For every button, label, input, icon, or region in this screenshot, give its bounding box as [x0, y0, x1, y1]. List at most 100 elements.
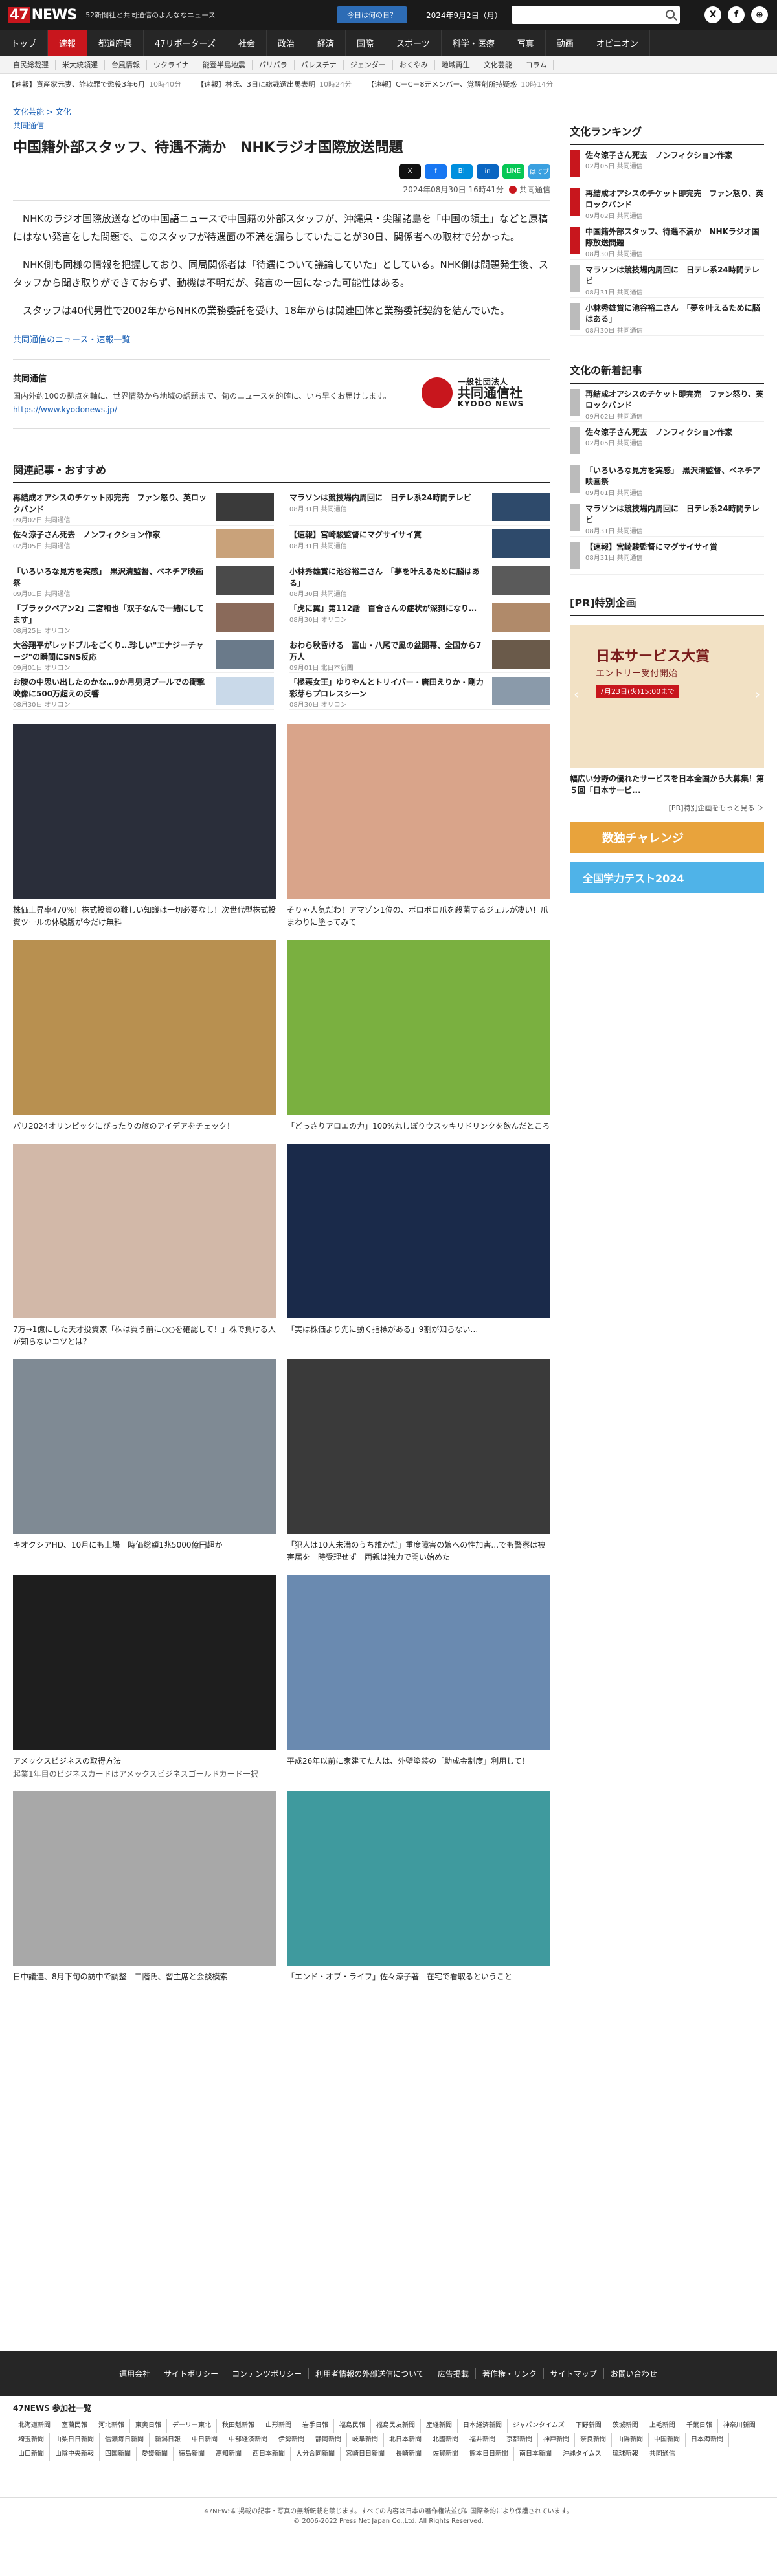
related-item[interactable]: 「虎に翼」第112話 百合さんの症状が深刻になり… 08月30日 オリコン — [289, 599, 550, 637]
kyodo-url[interactable]: https://www.kyodonews.jp/ — [13, 405, 395, 414]
related-item[interactable]: 「いろいろな見方を実感」 黒沢清監督、ベネチア映画祭 09月01日 共同通信 — [13, 562, 274, 600]
member-link[interactable]: 上毛新聞 — [644, 2419, 681, 2433]
subnav-item[interactable]: 文化芸能 — [477, 59, 519, 70]
share-bookmark-button[interactable]: はてブ — [528, 164, 550, 179]
subnav-item[interactable]: ジェンダー — [344, 59, 393, 70]
today-button[interactable]: 今日は何の日？ — [337, 6, 407, 23]
related-item[interactable]: マラソンは競技場内周回に 日テレ系24時間テレビ 08月31日 共同通信 — [289, 489, 550, 526]
sidebar-item[interactable]: 「いろいろな見方を実感」 黒沢清監督、ベネチア映画祭 09月01日 共同通信 — [570, 460, 764, 498]
member-link[interactable]: 山形新聞 — [260, 2419, 297, 2433]
subnav-item[interactable]: パリパラ — [253, 59, 295, 70]
nav-item[interactable]: 速報 — [48, 30, 88, 56]
nav-item[interactable]: スポーツ — [385, 30, 442, 56]
sudoku-banner[interactable]: 数独チャレンジ — [570, 822, 764, 853]
nav-item[interactable]: 国際 — [346, 30, 386, 56]
carousel-prev-icon[interactable]: ‹ — [574, 687, 580, 703]
member-link[interactable]: 茨城新聞 — [607, 2419, 644, 2433]
promo-card[interactable]: 「エンド・オブ・ライフ」佐々涼子著 在宅で看取るということ — [287, 1791, 550, 1983]
subnav-item[interactable]: パレスチナ — [295, 59, 344, 70]
member-link[interactable]: 福島民報 — [334, 2419, 371, 2433]
member-link[interactable]: 神奈川新聞 — [718, 2419, 761, 2433]
pr-more-link[interactable]: [PR]特別企画をもっと見る ＞ — [570, 803, 764, 813]
promo-card[interactable]: キオクシアHD、10月にも上場 時価総額1兆5000億円超か — [13, 1359, 276, 1563]
related-item[interactable]: 再結成オアシスのチケット即完売 ファン怒り、英ロックバンド 09月02日 共同通信 — [13, 489, 274, 526]
subnav-item[interactable]: 自民総裁選 — [6, 59, 56, 70]
footer-link[interactable]: コンテンツポリシー — [225, 2368, 310, 2379]
member-link[interactable]: 室蘭民報 — [56, 2419, 93, 2433]
test-banner[interactable]: 全国学力テスト2024 — [570, 862, 764, 893]
footer-link[interactable]: 著作権・リンク — [476, 2368, 544, 2379]
member-link[interactable]: 中部経済新聞 — [223, 2433, 273, 2447]
promo-card[interactable]: パリ2024オリンピックにぴったりの旅のアイデアをチェック！ — [13, 940, 276, 1133]
promo-card[interactable]: そりゃ人気だわ！アマゾン1位の、ボロボロ爪を殺菌するジェルが凄い！爪まわりに塗っ… — [287, 724, 550, 928]
member-link[interactable]: 北海道新聞 — [13, 2419, 56, 2433]
promo-card[interactable]: 「どっさりアロエの力」100%丸しぼりウスッキリドリンクを飲んだところ — [287, 940, 550, 1133]
member-link[interactable]: 佐賀新聞 — [427, 2447, 464, 2461]
member-link[interactable]: 北國新聞 — [427, 2433, 464, 2447]
share-hatena-button[interactable]: B! — [451, 164, 473, 179]
member-link[interactable]: 伊勢新聞 — [273, 2433, 310, 2447]
related-item[interactable]: お腹の中思い出したのかな…9か月男児プールでの衝撃映像に500万超えの反響 08月… — [13, 673, 274, 711]
promo-card[interactable]: 「実は株価より先に動く指標がある」9割が知らない… — [287, 1144, 550, 1348]
kyodo-logo[interactable]: 一般社団法人 共同通信社 KYODO NEWS — [395, 372, 550, 414]
subnav-item[interactable]: 米大統領選 — [56, 59, 105, 70]
member-link[interactable]: 静岡新聞 — [310, 2433, 347, 2447]
member-link[interactable]: 下野新聞 — [570, 2419, 607, 2433]
subnav-item[interactable]: おくやみ — [393, 59, 435, 70]
member-link[interactable]: 神戸新聞 — [538, 2433, 575, 2447]
subnav-item[interactable]: 能登半島地震 — [196, 59, 253, 70]
promo-card[interactable]: 7万→1億にした天才投資家「株は買う前に○○を確認して！」株で負ける人が知らない… — [13, 1144, 276, 1348]
member-link[interactable]: 産経新聞 — [421, 2419, 458, 2433]
member-link[interactable]: 大分合同新聞 — [291, 2447, 341, 2461]
member-link[interactable]: 千葉日報 — [681, 2419, 718, 2433]
footer-link[interactable]: 利用者情報の外部送信について — [309, 2368, 431, 2379]
promo-card[interactable]: 平成26年以前に家建てた人は、外壁塗装の「助成金制度」利用して！ — [287, 1575, 550, 1780]
sidebar-item[interactable]: 中国籍外部スタッフ、待遇不満か NHKラジオ国際放送問題 08月30日 共同通信 — [570, 221, 764, 260]
member-link[interactable]: 琉球新報 — [607, 2447, 644, 2461]
member-link[interactable]: 秋田魁新報 — [217, 2419, 260, 2433]
related-item[interactable]: 「ブラックペアン2」二宮和也「双子なんで一緒にしてます」 08月25日 オリコン — [13, 599, 274, 637]
member-link[interactable]: 河北新報 — [93, 2419, 130, 2433]
member-link[interactable]: 長崎新聞 — [390, 2447, 427, 2461]
member-link[interactable]: 信濃毎日新聞 — [100, 2433, 150, 2447]
member-link[interactable]: 埼玉新聞 — [13, 2433, 50, 2447]
ad-caption[interactable]: 幅広い分野の優れたサービスを日本全国から大募集！第５回「日本サービ... — [570, 773, 764, 796]
subnav-item[interactable]: ウクライナ — [147, 59, 196, 70]
member-link[interactable]: 福島民友新聞 — [371, 2419, 421, 2433]
carousel-next-icon[interactable]: › — [754, 687, 760, 703]
breadcrumb[interactable]: 文化芸能 > 文化 — [13, 106, 550, 117]
facebook-icon[interactable]: f — [728, 6, 745, 23]
sidebar-item[interactable]: マラソンは競技場内周回に 日テレ系24時間テレビ 08月31日 共同通信 — [570, 498, 764, 537]
sidebar-item[interactable]: マラソンは競技場内周回に 日テレ系24時間テレビ 08月31日 共同通信 — [570, 260, 764, 298]
member-link[interactable]: 南日本新聞 — [514, 2447, 557, 2461]
share-line-button[interactable]: LINE — [502, 164, 524, 179]
nav-item[interactable]: 政治 — [267, 30, 306, 56]
sidebar-item[interactable]: 再結成オアシスのチケット即完売 ファン怒り、英ロックバンド 09月02日 共同通信 — [570, 384, 764, 422]
nav-item[interactable]: 47リポーターズ — [144, 30, 227, 56]
x-icon[interactable]: X — [704, 6, 721, 23]
source-link[interactable]: 共同通信 — [13, 120, 550, 131]
related-item[interactable]: 【速報】宮崎駿監督にマグサイサイ賞 08月31日 共同通信 — [289, 526, 550, 563]
promo-card[interactable]: アメックスビジネスの取得方法 起業1年目のビジネスカードはアメックスビジネスゴール… — [13, 1575, 276, 1780]
nav-item[interactable]: オピニオン — [585, 30, 650, 56]
promo-card[interactable]: 「犯人は10人未満のうち誰かだ」重度障害の娘への性加害…でも警察は被害届を一時受… — [287, 1359, 550, 1563]
nav-item[interactable]: 科学・医療 — [442, 30, 506, 56]
member-link[interactable]: 京都新聞 — [501, 2433, 538, 2447]
sidebar-item[interactable]: 再結成オアシスのチケット即完売 ファン怒り、英ロックバンド 09月02日 共同通信 — [570, 183, 764, 221]
pr-carousel[interactable]: 日本サービス大賞 エントリー受付開始 7月23日(火)15:00まで ‹ › — [570, 625, 764, 768]
ticker-item[interactable]: 【速報】資産家元妻、詐欺罪で懲役3年6月 10時40分 — [8, 79, 181, 89]
share-x-button[interactable]: X — [399, 164, 421, 179]
member-link[interactable]: 宮崎日日新聞 — [341, 2447, 390, 2461]
search-icon[interactable] — [666, 10, 675, 19]
member-link[interactable]: 福井新聞 — [464, 2433, 501, 2447]
member-link[interactable]: 中日新聞 — [186, 2433, 223, 2447]
search-input[interactable] — [512, 6, 680, 24]
member-link[interactable]: 熊本日日新聞 — [464, 2447, 514, 2461]
nav-item[interactable]: 写真 — [506, 30, 546, 56]
related-item[interactable]: おわら秋昏ける 富山・八尾で風の盆開幕、全国から7万人 09月01日 北日本新聞 — [289, 636, 550, 674]
related-item[interactable]: 佐々涼子さん死去 ノンフィクション作家 02月05日 共同通信 — [13, 526, 274, 563]
member-link[interactable]: 山陽新聞 — [612, 2433, 649, 2447]
share-linkedin-button[interactable]: in — [477, 164, 499, 179]
footer-link[interactable]: 広告掲載 — [431, 2368, 476, 2379]
member-link[interactable]: 徳島新聞 — [174, 2447, 210, 2461]
